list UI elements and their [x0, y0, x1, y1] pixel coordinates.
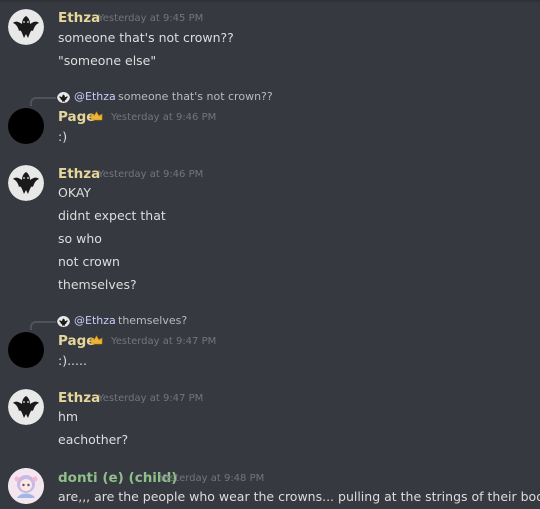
- bat-creature-icon: [57, 92, 70, 103]
- page-avatar[interactable]: [8, 332, 44, 368]
- reply-avatar[interactable]: [57, 90, 70, 103]
- message-line: hm: [58, 409, 79, 424]
- author-name[interactable]: Ethza: [58, 166, 100, 182]
- message-timestamp: Yesterday at 9:47 PM: [111, 336, 217, 347]
- message-line: :).....: [58, 353, 87, 368]
- crown-icon: [90, 335, 103, 345]
- reply-connector: [30, 321, 56, 330]
- message-timestamp: Yesterday at 9:46 PM: [111, 112, 217, 123]
- message-line: OKAY: [58, 185, 92, 200]
- message-line: not crown: [58, 254, 120, 269]
- donti-avatar[interactable]: [8, 468, 44, 504]
- ethza-avatar[interactable]: [8, 9, 44, 45]
- message-line: themselves?: [58, 277, 137, 292]
- page-avatar[interactable]: [8, 108, 44, 144]
- ethza-avatar[interactable]: [8, 389, 44, 425]
- message-timestamp: Yesterday at 9:48 PM: [159, 473, 265, 484]
- reply-mention[interactable]: @Ethza: [74, 90, 116, 103]
- message-line: didnt expect that: [58, 208, 166, 223]
- author-name[interactable]: Ethza: [58, 10, 100, 26]
- bat-creature-icon: [8, 165, 44, 201]
- message-line: so who: [58, 231, 102, 246]
- reply-avatar[interactable]: [57, 314, 70, 327]
- bat-creature-icon: [57, 316, 70, 327]
- message-line: eachother?: [58, 432, 129, 447]
- message-line: :): [58, 129, 68, 144]
- bat-creature-icon: [8, 9, 44, 45]
- message-timestamp: Yesterday at 9:45 PM: [98, 13, 204, 24]
- reply-preview-text[interactable]: themselves?: [118, 314, 187, 327]
- message-line: are,,, are the people who wear the crown…: [58, 489, 540, 504]
- author-name[interactable]: Ethza: [58, 390, 100, 406]
- message-timestamp: Yesterday at 9:46 PM: [98, 169, 204, 180]
- reply-connector: [30, 97, 56, 106]
- channel-top-border: [0, 0, 540, 2]
- bat-creature-icon: [8, 389, 44, 425]
- message-line: "someone else": [58, 53, 157, 68]
- message-line: someone that's not crown??: [58, 30, 234, 45]
- ethza-avatar[interactable]: [8, 165, 44, 201]
- message-timestamp: Yesterday at 9:47 PM: [98, 393, 204, 404]
- crown-icon: [90, 111, 103, 121]
- reply-mention[interactable]: @Ethza: [74, 314, 116, 327]
- anime-character-icon: [8, 468, 44, 504]
- reply-preview-text[interactable]: someone that's not crown??: [118, 90, 273, 103]
